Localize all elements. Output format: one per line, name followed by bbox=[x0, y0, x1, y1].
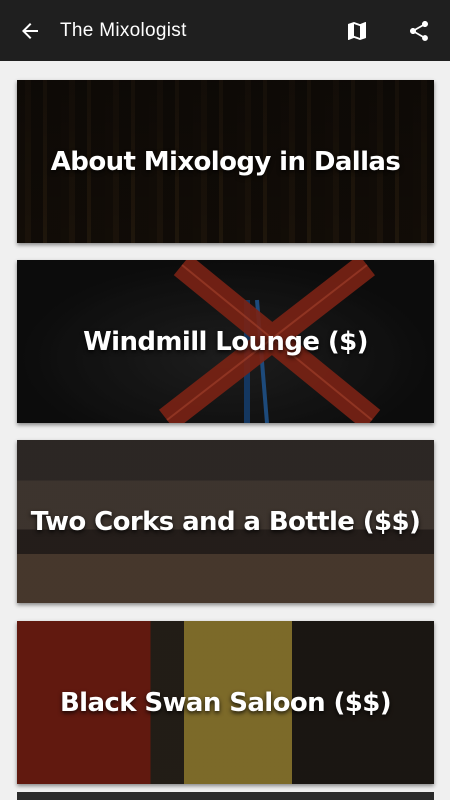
share-icon bbox=[410, 20, 428, 41]
card-label: Windmill Lounge ($) bbox=[83, 326, 368, 357]
card-windmill-lounge[interactable]: Windmill Lounge ($) bbox=[17, 260, 434, 423]
card-label: Black Swan Saloon ($$) bbox=[59, 687, 392, 718]
next-card-peek bbox=[17, 792, 434, 800]
card-label: About Mixology in Dallas bbox=[50, 146, 401, 177]
card-two-corks[interactable]: Two Corks and a Bottle ($$) bbox=[17, 440, 434, 603]
app-bar: The Mixologist bbox=[0, 0, 450, 61]
card-black-swan[interactable]: Black Swan Saloon ($$) bbox=[17, 621, 434, 784]
back-button[interactable] bbox=[0, 0, 60, 61]
map-button[interactable] bbox=[326, 0, 388, 61]
card-label: Two Corks and a Bottle ($$) bbox=[30, 506, 421, 537]
arrow-left-icon bbox=[22, 22, 38, 39]
map-icon bbox=[348, 21, 366, 40]
app-title: The Mixologist bbox=[60, 19, 187, 41]
share-button[interactable] bbox=[388, 0, 450, 61]
card-about-mixology[interactable]: About Mixology in Dallas bbox=[17, 80, 434, 243]
